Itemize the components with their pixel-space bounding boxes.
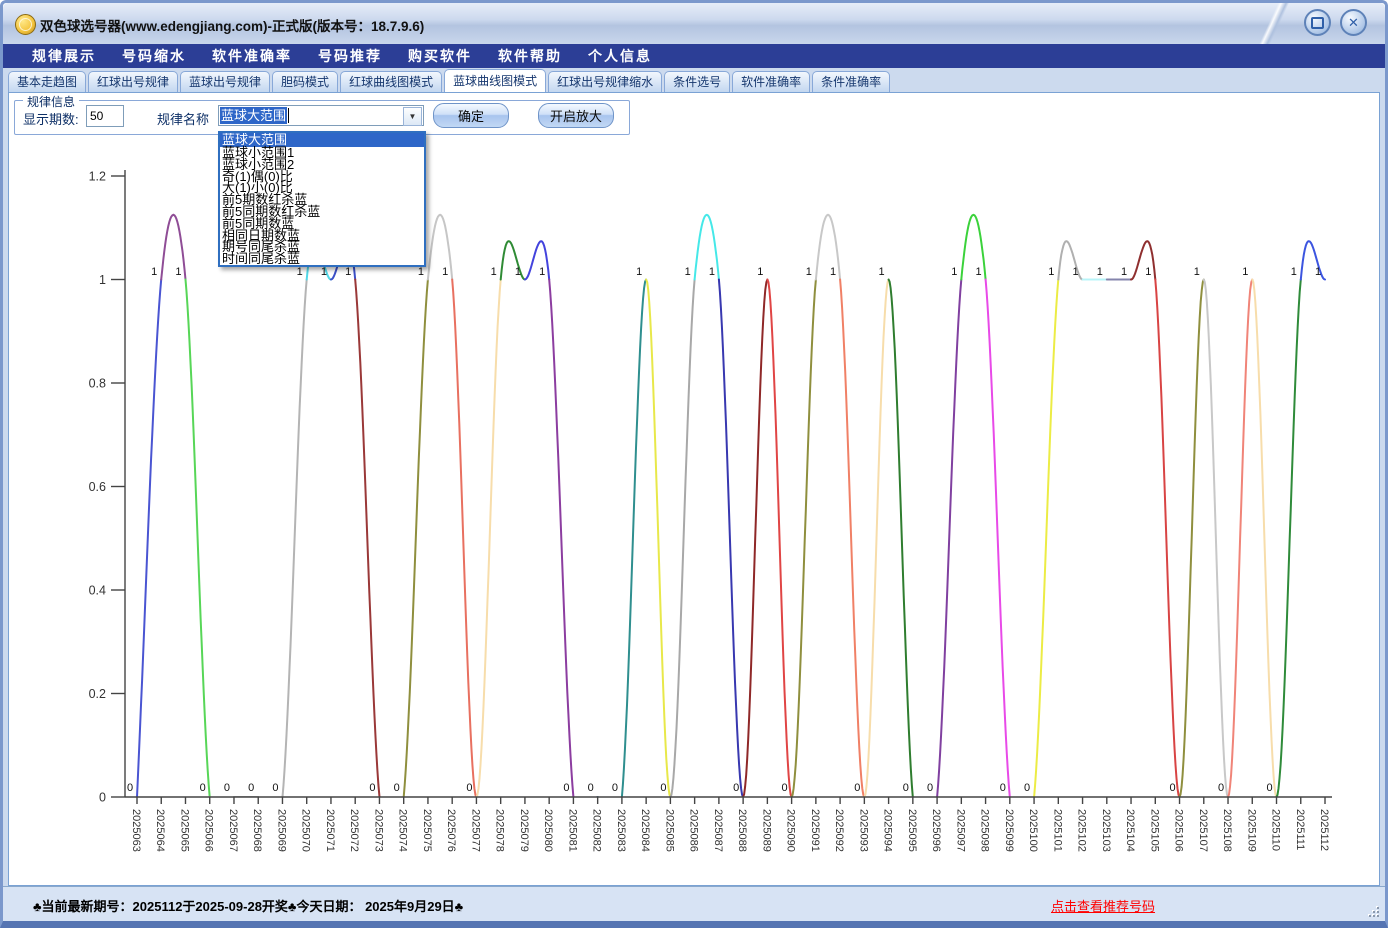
menu-item[interactable]: 个人信息: [575, 46, 665, 66]
periods-label: 显示期数:: [23, 109, 79, 128]
zoom-toggle-button[interactable]: 开启放大: [538, 103, 614, 128]
rule-combobox[interactable]: 蓝球大范围 ▼: [218, 105, 424, 126]
tab[interactable]: 红球出号规律缩水: [548, 71, 662, 92]
status-bar: ♣当前最新期号：2025112于2025-09-28开奖♣今天日期： 2025年…: [3, 886, 1385, 922]
menu-item[interactable]: 规律展示: [19, 46, 109, 66]
rule-name-label: 规律名称: [157, 109, 209, 128]
window-title: 双色球选号器(www.edengjiang.com)-正式版(版本号：18.7.…: [40, 15, 424, 35]
menu-item[interactable]: 软件帮助: [485, 46, 575, 66]
title-bar: 双色球选号器(www.edengjiang.com)-正式版(版本号：18.7.…: [3, 3, 1385, 44]
dropdown-option[interactable]: 时间同尾杀蓝: [220, 253, 424, 265]
chevron-down-icon[interactable]: ▼: [403, 107, 422, 126]
tab[interactable]: 蓝球曲线图模式: [444, 69, 546, 92]
tab[interactable]: 红球曲线图模式: [340, 71, 442, 92]
menu-bar: 规律展示号码缩水软件准确率号码推荐购买软件软件帮助个人信息: [3, 44, 1385, 68]
app-logo-icon: [15, 14, 36, 35]
maximize-button[interactable]: [1304, 9, 1331, 36]
status-text: ♣当前最新期号：2025112于2025-09-28开奖♣今天日期： 2025年…: [33, 896, 463, 915]
close-button[interactable]: ✕: [1340, 9, 1367, 36]
resize-grip[interactable]: [1367, 905, 1379, 917]
menu-item[interactable]: 号码推荐: [305, 46, 395, 66]
tab[interactable]: 条件准确率: [812, 71, 890, 92]
tab[interactable]: 红球出号规律: [88, 71, 178, 92]
close-icon: ✕: [1348, 16, 1359, 29]
text-caret: [288, 108, 289, 123]
periods-input[interactable]: [86, 105, 124, 127]
maximize-icon: [1311, 17, 1324, 29]
menu-item[interactable]: 购买软件: [395, 46, 485, 66]
tab[interactable]: 蓝球出号规律: [180, 71, 270, 92]
titlebar-decoration: [1233, 3, 1313, 44]
menu-item[interactable]: 软件准确率: [199, 46, 305, 66]
tab[interactable]: 基本走趋图: [8, 71, 86, 92]
tab[interactable]: 胆码模式: [272, 71, 338, 92]
combobox-selected-value: 蓝球大范围: [220, 107, 287, 124]
rule-info-groupbox: 规律信息 显示期数: 规律名称 蓝球大范围 ▼ 确定 开启放大: [14, 100, 630, 135]
rule-dropdown: 蓝球大范围蓝球小范围1蓝球小范围2奇(1)偶(0)比大(1)小(0)比前5期数红…: [218, 131, 426, 267]
confirm-button[interactable]: 确定: [433, 103, 509, 128]
tab[interactable]: 条件选号: [664, 71, 730, 92]
tab-strip: 基本走趋图红球出号规律蓝球出号规律胆码模式红球曲线图模式蓝球曲线图模式红球出号规…: [3, 68, 1385, 92]
content-panel: [8, 92, 1380, 886]
groupbox-title: 规律信息: [23, 93, 79, 110]
menu-item[interactable]: 号码缩水: [109, 46, 199, 66]
recommend-numbers-link[interactable]: 点击查看推荐号码: [1051, 896, 1155, 915]
tab[interactable]: 软件准确率: [732, 71, 810, 92]
